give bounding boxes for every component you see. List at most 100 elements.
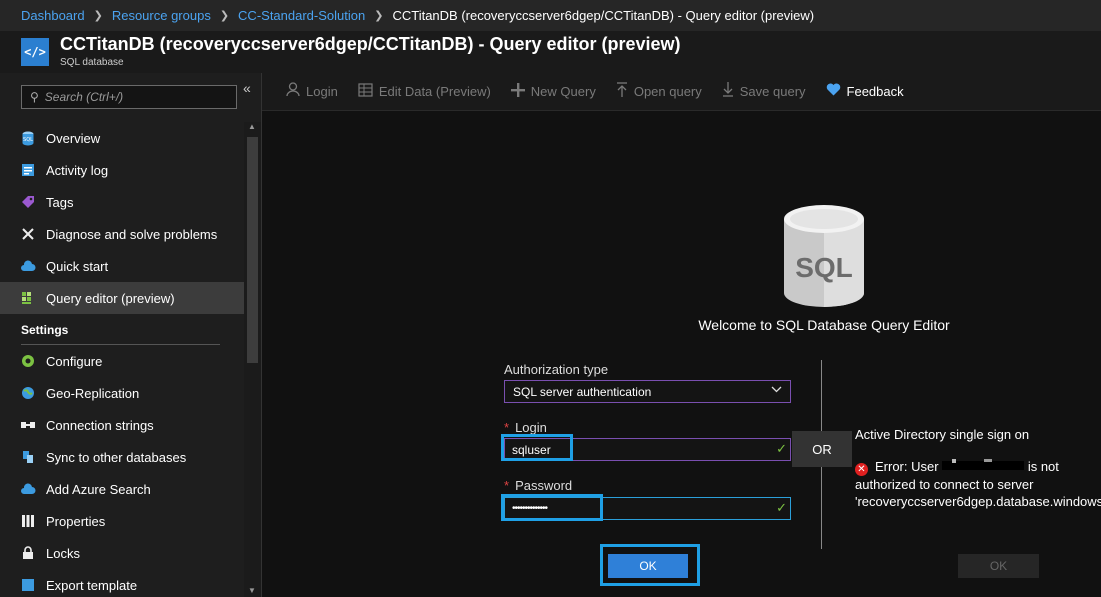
error-icon: ✕	[855, 463, 868, 476]
breadcrumb-dashboard[interactable]: Dashboard	[21, 8, 85, 23]
sql-logo-text: SQL	[795, 252, 853, 283]
auth-type-select[interactable]: SQL server authentication	[504, 380, 791, 403]
sql-database-icon: SQL	[19, 130, 37, 146]
sidebar-item-diagnose[interactable]: Diagnose and solve problems	[0, 218, 244, 250]
ad-sso-ok-button[interactable]: OK	[958, 554, 1039, 578]
settings-section-header: Settings	[21, 323, 69, 337]
tag-icon	[19, 194, 37, 210]
chevron-right-icon: ❯	[374, 10, 384, 22]
sync-icon	[19, 449, 37, 465]
sidebar-item-label: Locks	[46, 545, 80, 561]
globe-icon	[19, 385, 37, 401]
breadcrumb-resource-groups[interactable]: Resource groups	[112, 8, 211, 23]
page-title: CCTitanDB (recoveryccserver6dgep/CCTitan…	[60, 34, 681, 54]
new-query-button-label: New Query	[530, 84, 596, 99]
sidebar-item-label: Activity log	[46, 162, 109, 178]
sidebar-item-configure[interactable]: Configure	[0, 345, 244, 377]
sidebar-item-label: Query editor (preview)	[46, 290, 175, 306]
edit-data-button[interactable]: Edit Data (Preview)	[358, 82, 491, 101]
open-query-button-label: Open query	[633, 84, 702, 99]
query-editor-main: SQL Welcome to SQL Database Query Editor…	[262, 111, 1101, 597]
connection-icon	[19, 417, 37, 433]
feedback-button[interactable]: Feedback	[826, 83, 904, 100]
wrench-icon	[19, 226, 37, 242]
cloud-search-icon	[19, 481, 37, 497]
welcome-heading: Welcome to SQL Database Query Editor	[698, 317, 950, 333]
sidebar-item-connection-strings[interactable]: Connection strings	[0, 409, 244, 441]
sidebar-item-label: Quick start	[46, 258, 109, 274]
search-input[interactable]: ⚲ Search (Ctrl+/)	[21, 85, 237, 109]
query-editor-icon	[19, 290, 37, 306]
new-query-button[interactable]: New Query	[510, 82, 596, 101]
redacted-username	[942, 459, 1025, 470]
feedback-button-label: Feedback	[846, 84, 904, 99]
sidebar-item-label: Diagnose and solve problems	[46, 226, 218, 242]
upload-arrow-icon	[616, 82, 628, 101]
cloud-icon	[19, 258, 37, 274]
login-button-label: Login	[306, 84, 338, 99]
sidebar-item-locks[interactable]: Locks	[0, 537, 244, 569]
login-highlight-box	[501, 434, 573, 461]
sidebar-item-label: Sync to other databases	[46, 449, 187, 465]
sidebar-item-label: Configure	[46, 353, 103, 369]
password-highlight-box	[501, 494, 603, 521]
sidebar-item-overview[interactable]: SQL Overview	[0, 122, 244, 154]
heart-icon	[826, 83, 841, 100]
sidebar-item-quick-start[interactable]: Quick start	[0, 250, 244, 282]
sidebar-item-query-editor[interactable]: Query editor (preview)	[0, 282, 244, 314]
plus-icon	[510, 82, 525, 101]
lock-icon	[19, 545, 37, 561]
sidebar-item-label: Overview	[46, 130, 101, 146]
ad-error-message: ✕ Error: User is not authorized to connec…	[855, 458, 1101, 510]
checkmark-icon: ✓	[776, 441, 787, 456]
search-placeholder: Search (Ctrl+/)	[44, 90, 124, 104]
save-query-button[interactable]: Save query	[722, 82, 806, 101]
scrollbar-thumb[interactable]	[247, 137, 258, 363]
breadcrumb: Dashboard ❯ Resource groups ❯ CC-Standar…	[0, 0, 1101, 31]
login-label: * Login	[504, 420, 547, 435]
sidebar-item-label: Geo-Replication	[46, 385, 140, 401]
edit-data-button-label: Edit Data (Preview)	[378, 84, 491, 99]
login-label-text: Login	[515, 420, 547, 435]
sidebar-item-label: Properties	[46, 513, 106, 529]
sql-database-logo-icon: SQL	[784, 205, 864, 311]
chevron-right-icon: ❯	[93, 10, 103, 22]
sql-login-ok-button[interactable]: OK	[608, 554, 688, 578]
sidebar-item-geo-replication[interactable]: Geo-Replication	[0, 377, 244, 409]
sidebar-nav: SQL Overview Activity log Tags Diagnose …	[0, 122, 244, 597]
code-icon: </>	[21, 38, 49, 66]
open-query-button[interactable]: Open query	[616, 82, 702, 101]
or-separator: OR	[792, 431, 852, 467]
auth-type-label: Authorization type	[504, 362, 609, 377]
sidebar-scrollbar[interactable]: ▲ ▼	[244, 122, 261, 597]
sidebar-item-export-template[interactable]: Export template	[0, 569, 244, 597]
edit-grid-icon	[358, 82, 373, 101]
sidebar-item-sync[interactable]: Sync to other databases	[0, 441, 244, 473]
error-prefix: Error: User	[875, 459, 939, 474]
command-toolbar: Login Edit Data (Preview) New Query Open…	[262, 73, 1101, 111]
search-icon: ⚲	[30, 90, 39, 104]
sidebar-item-label: Add Azure Search	[46, 481, 151, 497]
properties-icon	[19, 513, 37, 529]
chevron-right-icon: ❯	[219, 10, 230, 22]
scroll-up-arrow-icon[interactable]: ▲	[248, 122, 256, 131]
page-header: </> CCTitanDB (recoveryccserver6dgep/CCT…	[0, 31, 1101, 73]
login-button[interactable]: Login	[286, 82, 338, 101]
person-icon	[286, 82, 300, 101]
export-icon	[19, 577, 37, 593]
collapse-sidebar-button[interactable]: «	[243, 80, 251, 96]
breadcrumb-resource-group[interactable]: CC-Standard-Solution	[238, 8, 365, 23]
page-subtitle: SQL database	[60, 57, 124, 68]
required-marker: *	[504, 478, 510, 493]
sidebar-item-add-azure-search[interactable]: Add Azure Search	[0, 473, 244, 505]
download-arrow-icon	[722, 82, 734, 101]
sidebar-item-properties[interactable]: Properties	[0, 505, 244, 537]
checkmark-icon: ✓	[776, 500, 787, 515]
scroll-down-arrow-icon[interactable]: ▼	[248, 586, 256, 595]
chevron-down-icon	[771, 384, 782, 396]
required-marker: *	[504, 420, 510, 435]
configure-icon	[19, 353, 37, 369]
activity-log-icon	[19, 162, 37, 178]
sidebar-item-tags[interactable]: Tags	[0, 186, 244, 218]
sidebar-item-activity-log[interactable]: Activity log	[0, 154, 244, 186]
